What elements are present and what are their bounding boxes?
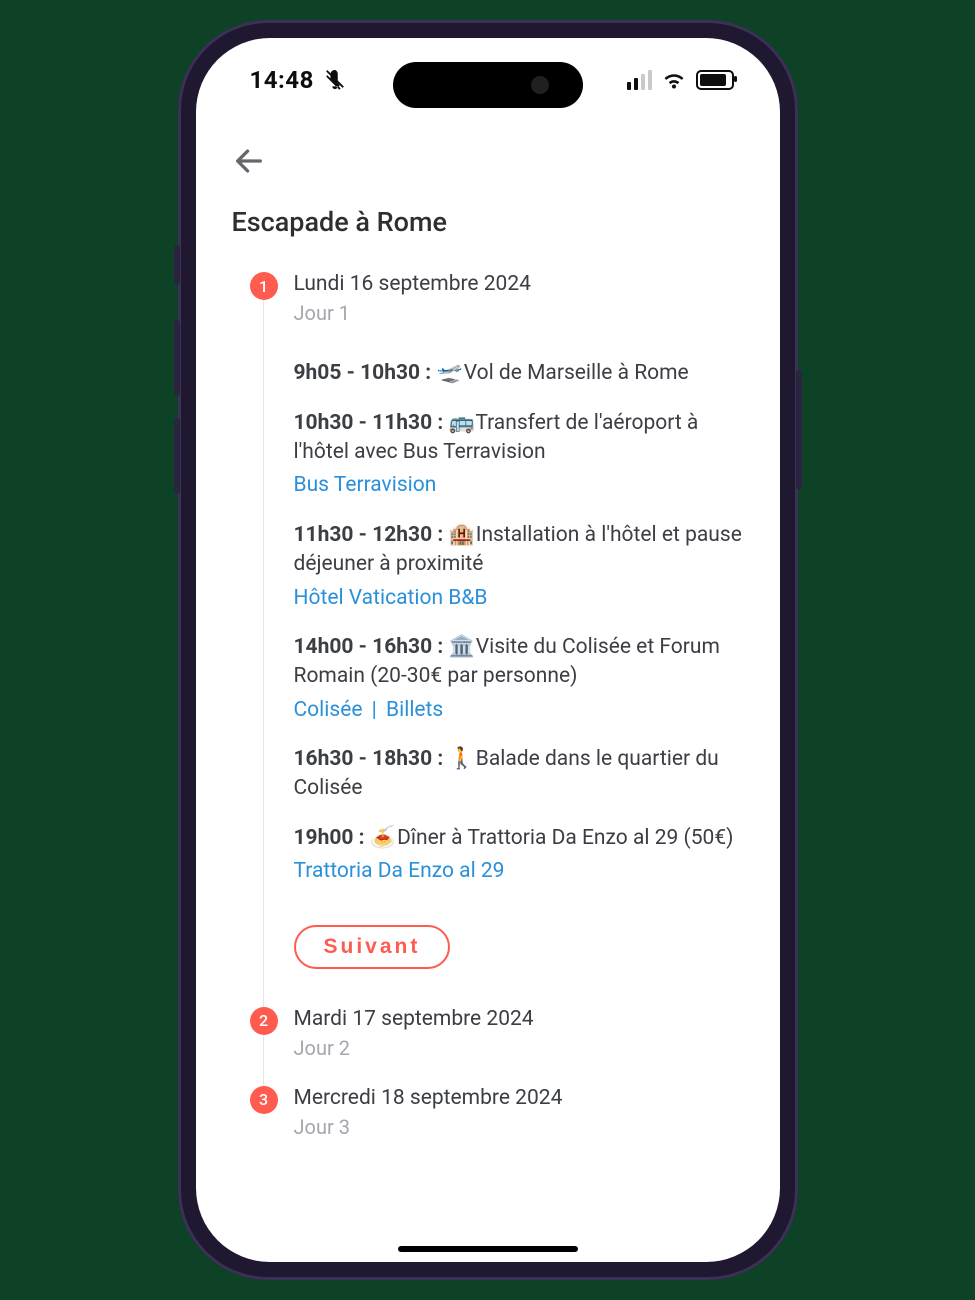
event-link[interactable]: Billets [386,698,443,722]
day-3[interactable]: 3 Mercredi 18 septembre 2024 Jour 3 [250,1086,744,1165]
dual-signal-icon [627,70,652,90]
event-time: 11h30 - 12h30 : [294,523,449,547]
day-subtitle: Jour 1 [294,301,744,325]
phone-power [796,370,802,490]
event-link[interactable]: Trattoria Da Enzo al 29 [294,859,505,883]
event-link[interactable]: Hôtel Vatication B&B [294,586,488,610]
day-1[interactable]: 1 Lundi 16 septembre 2024 Jour 1 9h05 - 10h… [250,272,744,1007]
event-time: 9h05 - 10h30 : [294,361,437,385]
event-item: 9h05 - 10h30 : 🛫 Vol de Marseille à Rome [294,359,744,388]
dynamic-island [393,62,583,108]
phone-screen: 14:48 [196,38,780,1262]
phone-mute-switch [174,245,180,285]
event-item: 10h30 - 11h30 : 🚌 Transfert de l'aéropor… [294,409,744,501]
day-date: Mardi 17 septembre 2024 [294,1007,744,1032]
next-button[interactable]: Suivant [294,925,451,969]
event-time: 16h30 - 18h30 : [294,747,449,771]
event-emoji-icon: 🛫 [436,359,458,388]
event-link[interactable]: Colisée [294,698,363,722]
day-badge: 1 [250,272,278,300]
page-title: Escapade à Rome [232,206,744,238]
day-subtitle: Jour 2 [294,1036,744,1060]
day-date: Mercredi 18 septembre 2024 [294,1086,744,1111]
home-indicator[interactable] [398,1246,578,1252]
day-date: Lundi 16 septembre 2024 [294,272,744,297]
phone-frame: 14:48 [178,20,798,1280]
event-time: 10h30 - 11h30 : [294,411,449,435]
event-time: 14h00 - 16h30 : [294,635,449,659]
wifi-icon [662,70,686,90]
day-badge: 2 [250,1007,278,1035]
event-text: Vol de Marseille à Rome [458,361,688,385]
event-item: 16h30 - 18h30 : 🚶 Balade dans le quartie… [294,745,744,804]
phone-volume-up [174,320,180,396]
day-subtitle: Jour 3 [294,1115,744,1139]
event-text: Dîner à Trattoria Da Enzo al 29 (50€) [392,826,734,850]
phone-volume-down [174,418,180,494]
status-time: 14:48 [250,66,347,96]
event-emoji-icon: 🚌 [448,409,470,438]
mute-icon [324,68,346,96]
event-time: 19h00 : [294,826,370,850]
day-badge: 3 [250,1086,278,1114]
status-time-text: 14:48 [250,66,314,94]
event-emoji-icon: 🏛️ [448,633,470,662]
event-emoji-icon: 🏨 [448,521,470,550]
event-emoji-icon: 🍝 [370,824,392,853]
day-2[interactable]: 2 Mardi 17 septembre 2024 Jour 2 [250,1007,744,1086]
battery-icon [696,70,734,90]
back-button[interactable] [232,144,744,178]
event-link[interactable]: Bus Terravision [294,473,437,497]
event-emoji-icon: 🚶 [448,745,470,774]
itinerary-timeline: 1 Lundi 16 septembre 2024 Jour 1 9h05 - 10h… [250,272,744,1165]
event-item: 11h30 - 12h30 : 🏨 Installation à l'hôtel… [294,521,744,613]
event-item: 19h00 : 🍝 Dîner à Trattoria Da Enzo al 2… [294,824,744,887]
event-item: 14h00 - 16h30 : 🏛️ Visite du Colisée et … [294,633,744,725]
